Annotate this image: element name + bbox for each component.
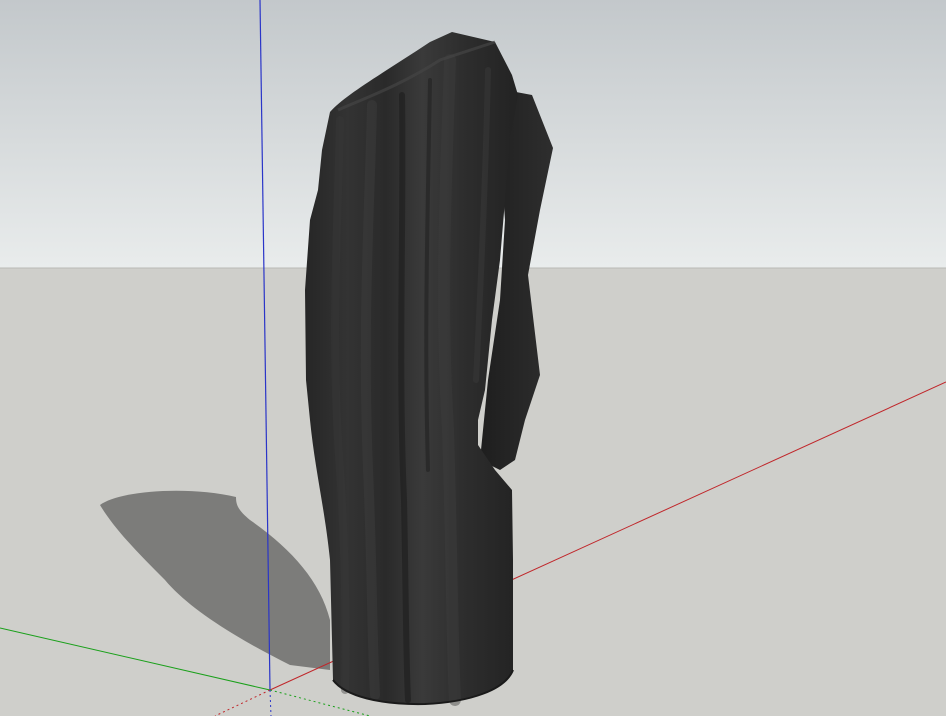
scene-canvas[interactable] <box>0 0 946 716</box>
3d-viewport[interactable] <box>0 0 946 716</box>
